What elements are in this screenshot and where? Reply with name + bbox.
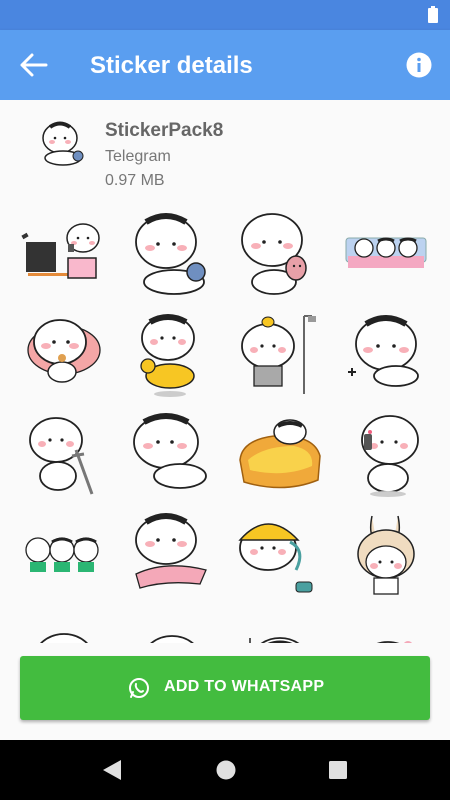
tray-icon: [42, 121, 84, 166]
battery-icon: [428, 6, 438, 23]
sticker-lying-wave[interactable]: [342, 310, 432, 400]
add-to-whatsapp-label: ADD TO WHATSAPP: [164, 678, 325, 695]
status-bar: [0, 0, 450, 30]
bottom-area: ADD TO WHATSAPP: [0, 643, 450, 740]
sticker-toast-bed[interactable]: [234, 410, 324, 500]
sticker-shower-bird[interactable]: [234, 310, 324, 400]
sticker-sitting-backpack[interactable]: [126, 210, 216, 300]
sticker-phone-call[interactable]: [342, 410, 432, 500]
sticker-duck-float[interactable]: [126, 310, 216, 400]
sticker-sleeping-three[interactable]: [342, 210, 432, 300]
pack-size: 0.97 MB: [105, 172, 165, 189]
whatsapp-icon: [129, 678, 149, 698]
pack-publisher: Telegram: [105, 148, 171, 165]
info-icon[interactable]: [406, 52, 432, 78]
sticker-content: StickerPack8 Telegram 0.97 MB: [0, 100, 450, 643]
sticker-pig-toy[interactable]: [234, 210, 324, 300]
app-bar: Sticker details: [0, 30, 450, 100]
sticker-lying-pose[interactable]: [126, 410, 216, 500]
arrow-left-icon[interactable]: [18, 51, 50, 79]
nav-back-icon[interactable]: [101, 759, 123, 781]
sticker-bunny-hat[interactable]: [342, 510, 432, 600]
sticker-pillow-hug[interactable]: [126, 510, 216, 600]
sticker-hardhat-phone[interactable]: [234, 510, 324, 600]
nav-recents-icon[interactable]: [328, 760, 348, 780]
page-title: Sticker details: [90, 52, 253, 79]
pack-name: StickerPack8: [105, 120, 224, 141]
sticker-row5-3[interactable]: [234, 610, 324, 643]
sticker-eating-lying[interactable]: [18, 310, 108, 400]
sticker-row5-2[interactable]: [126, 610, 216, 643]
sticker-row5-4[interactable]: [342, 610, 432, 643]
sticker-row5-1[interactable]: [18, 610, 108, 643]
nav-home-icon[interactable]: [215, 759, 237, 781]
sticker-tv-sofa[interactable]: [18, 210, 108, 300]
sticker-three-friends[interactable]: [18, 510, 108, 600]
navigation-bar: [0, 740, 450, 800]
sticker-crutch[interactable]: [18, 410, 108, 500]
add-to-whatsapp-button[interactable]: ADD TO WHATSAPP: [20, 656, 430, 720]
